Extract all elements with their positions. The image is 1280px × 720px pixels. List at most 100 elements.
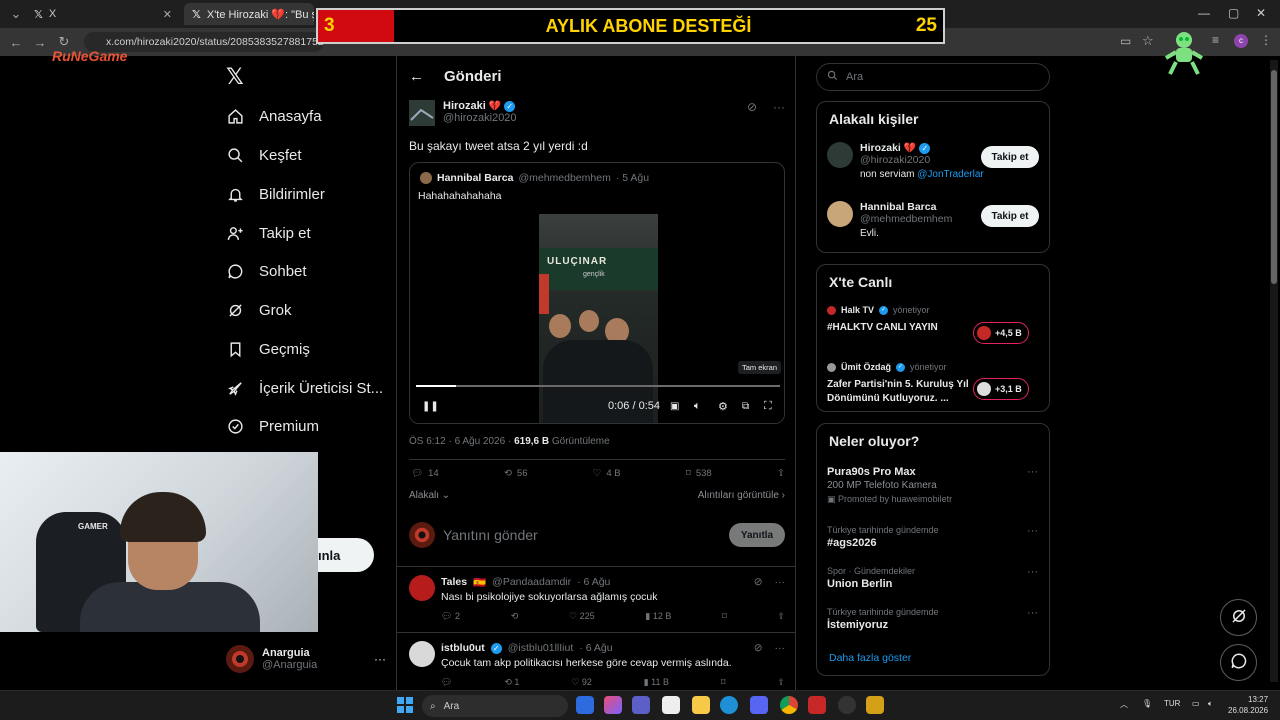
language-indicator[interactable]: TUR [1164, 699, 1180, 708]
edge-icon[interactable] [720, 696, 738, 714]
cast-icon[interactable]: ▭ [1120, 34, 1131, 48]
avatar[interactable] [409, 641, 435, 667]
network-icon[interactable]: ▭ [1192, 699, 1200, 708]
more-icon[interactable]: ··· [1027, 466, 1038, 478]
forward-icon[interactable]: → [28, 35, 52, 50]
account-switcher[interactable]: Anarguia @Anarguia ··· [226, 643, 386, 675]
trend-item[interactable]: Türkiye tarihinde gündemde #ags2026 ··· [827, 525, 1041, 549]
share-icon[interactable]: ⇪ [777, 677, 785, 688]
reply-action[interactable]: 💬︎ [441, 677, 452, 688]
app-icon[interactable] [808, 696, 826, 714]
follow-button[interactable]: Takip et [981, 205, 1039, 227]
reply-author-name[interactable]: Tales [441, 576, 467, 588]
taskbar-search[interactable]: ⌕ Ara [422, 695, 568, 717]
reply-button[interactable]: Yanıtla [729, 523, 785, 547]
settings-icon[interactable]: ⚙ [718, 400, 728, 413]
page-scrollbar[interactable] [1270, 60, 1278, 682]
back-icon[interactable]: ← [4, 35, 28, 50]
teams-icon[interactable] [632, 696, 650, 714]
follow-button[interactable]: Takip et [981, 146, 1039, 168]
nav-item-premium[interactable]: Premium [226, 411, 319, 441]
nav-item-grok[interactable]: Grok [226, 295, 292, 325]
more-icon[interactable]: ··· [1027, 607, 1038, 619]
repost-action[interactable]: ⟲ 56 [504, 468, 528, 479]
avatar[interactable] [409, 100, 435, 126]
repost-action[interactable]: ⟲ 1 [504, 677, 519, 688]
trend-item[interactable]: Pura90s Pro Max 200 MP Telefoto Kamera ▣… [827, 466, 1041, 505]
file-explorer-icon[interactable] [692, 696, 710, 714]
bookmark-icon[interactable]: ⌑ [721, 677, 726, 688]
view-quotes-link[interactable]: Alıntıları görüntüle › [698, 490, 785, 501]
browser-tab-1[interactable]: 𝕏 X ✕ [26, 3, 180, 25]
more-icon[interactable]: ··· [775, 576, 786, 588]
show-more-link[interactable]: Daha fazla göster [829, 652, 911, 664]
views-action[interactable]: ▮ 12 B [645, 611, 671, 622]
reply-author-handle[interactable]: @Pandaadamdir [492, 576, 571, 588]
close-tab-icon[interactable]: ✕ [163, 8, 172, 21]
nav-item-chat[interactable]: Sohbet [226, 256, 307, 286]
widgets-icon[interactable] [576, 696, 594, 714]
grok-fab[interactable] [1220, 599, 1257, 636]
nav-item-notifications[interactable]: Bildirimler [226, 179, 325, 209]
nav-item-explore[interactable]: Keşfet [226, 140, 302, 170]
close-window-button[interactable]: ✕ [1256, 6, 1266, 20]
messages-fab[interactable] [1220, 644, 1257, 681]
volume-icon[interactable]: 🔈︎ [1208, 699, 1213, 709]
tab-search-icon[interactable]: ⌄ [4, 6, 28, 22]
nav-item-follow[interactable]: Takip et [226, 218, 311, 248]
like-action[interactable]: ♡ 225 [569, 611, 595, 622]
author-name[interactable]: Hirozaki [443, 100, 486, 112]
video-progress-bar[interactable] [416, 385, 780, 387]
reply-author-name[interactable]: istblu0ut [441, 642, 485, 654]
grok-icon[interactable]: ⊘ [754, 576, 763, 588]
grok-icon[interactable]: ⊘ [747, 100, 757, 114]
x-home-logo-icon[interactable]: 𝕏 [226, 64, 244, 90]
windows-start-icon[interactable] [396, 696, 414, 714]
reply-action[interactable]: 💬︎ 14 [411, 468, 439, 479]
live-listeners-pill[interactable]: +3,1 B [973, 378, 1029, 400]
pause-icon[interactable]: ❚❚ [422, 401, 439, 412]
live-listeners-pill[interactable]: +4,5 B [973, 322, 1029, 344]
more-icon[interactable]: ··· [1027, 566, 1038, 578]
app-icon[interactable] [838, 696, 856, 714]
tray-chevron-icon[interactable]: ︿ [1120, 699, 1128, 710]
volume-icon[interactable]: 🔈︎ [694, 400, 701, 413]
share-action[interactable]: ⇪ [777, 468, 785, 479]
mic-icon[interactable]: 🎙︎ [1142, 699, 1152, 708]
discord-icon[interactable] [750, 696, 768, 714]
views-action[interactable]: ▮ 11 B [644, 677, 669, 688]
avatar[interactable] [827, 142, 853, 168]
more-icon[interactable]: ··· [1027, 525, 1038, 537]
captions-icon[interactable]: ▣ [670, 401, 679, 412]
trend-item[interactable]: Spor · Gündemdekiler Union Berlin ··· [827, 566, 1041, 590]
chrome-icon[interactable] [780, 696, 798, 714]
avatar[interactable] [409, 575, 435, 601]
taskbar-clock[interactable]: 13:27 26.08.2026 [1228, 694, 1268, 716]
minimize-button[interactable]: — [1198, 6, 1210, 20]
nav-item-creator-studio[interactable]: İçerik Üreticisi St... [226, 373, 383, 403]
bookmark-action[interactable]: ⌑ 538 [686, 468, 712, 479]
bookmark-star-icon[interactable]: ☆ [1142, 33, 1154, 49]
author-handle[interactable]: @hirozaki2020 [443, 112, 517, 124]
maximize-button[interactable]: ▢ [1228, 6, 1239, 20]
nav-item-bookmarks[interactable]: Geçmiş [226, 334, 310, 364]
reply-input[interactable]: Yanıtını gönder [443, 527, 538, 543]
reply-author-handle[interactable]: @istblu01llIiut [508, 642, 574, 654]
repost-action[interactable]: ⟲ [511, 611, 519, 622]
fullscreen-icon[interactable]: ⛶ [764, 400, 772, 413]
nav-item-home[interactable]: Anasayfa [226, 101, 322, 131]
reply-item[interactable]: Tales 🇪🇸 @Pandaadamdir · 6 Ağu ⊘ ··· Nas… [409, 575, 786, 621]
like-action[interactable]: ♡ 4 B [593, 468, 621, 479]
back-arrow-icon[interactable]: ← [409, 68, 424, 85]
bio-mention-link[interactable]: @JonTraderlar [917, 169, 983, 180]
pip-icon[interactable]: ⧉ [742, 401, 749, 412]
search-input[interactable]: Ara [816, 63, 1050, 91]
copilot-icon[interactable] [604, 696, 622, 714]
profile-avatar-icon[interactable]: c [1234, 34, 1248, 48]
reply-action[interactable]: 💬︎ 2 [441, 611, 460, 622]
scroll-thumb[interactable] [1271, 70, 1277, 284]
store-icon[interactable] [662, 696, 680, 714]
like-action[interactable]: ♡ 92 [571, 677, 592, 688]
bookmark-icon[interactable]: ⌑ [722, 611, 727, 622]
media-icon[interactable]: ≡ [1212, 33, 1219, 47]
